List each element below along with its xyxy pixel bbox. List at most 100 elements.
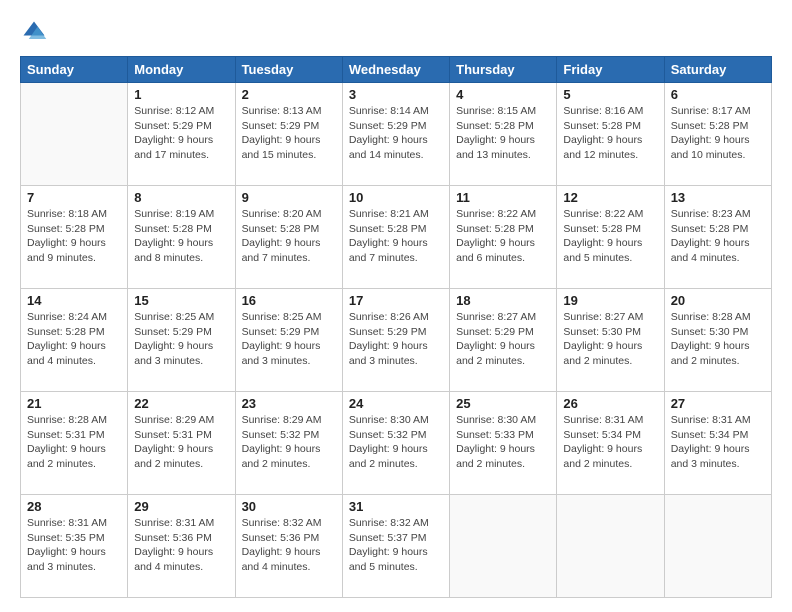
day-number: 5 <box>563 87 657 102</box>
logo <box>20 18 52 46</box>
day-info: Sunrise: 8:30 AM Sunset: 5:32 PM Dayligh… <box>349 413 443 472</box>
calendar-cell: 22 Sunrise: 8:29 AM Sunset: 5:31 PM Dayli… <box>128 392 235 495</box>
day-info: Sunrise: 8:31 AM Sunset: 5:34 PM Dayligh… <box>671 413 765 472</box>
day-info: Sunrise: 8:29 AM Sunset: 5:31 PM Dayligh… <box>134 413 228 472</box>
calendar-cell: 2 Sunrise: 8:13 AM Sunset: 5:29 PM Daylig… <box>235 83 342 186</box>
day-number: 10 <box>349 190 443 205</box>
calendar-cell: 18 Sunrise: 8:27 AM Sunset: 5:29 PM Dayli… <box>450 289 557 392</box>
day-info: Sunrise: 8:28 AM Sunset: 5:30 PM Dayligh… <box>671 310 765 369</box>
calendar-cell: 14Sunrise: 8:24 AM Sunset: 5:28 PM Dayli… <box>21 289 128 392</box>
calendar-cell: 3 Sunrise: 8:14 AM Sunset: 5:29 PM Daylig… <box>342 83 449 186</box>
day-info: Sunrise: 8:23 AM Sunset: 5:28 PM Dayligh… <box>671 207 765 266</box>
calendar-cell <box>557 495 664 598</box>
calendar-cell: 24 Sunrise: 8:30 AM Sunset: 5:32 PM Dayli… <box>342 392 449 495</box>
calendar-cell <box>664 495 771 598</box>
calendar-cell: 11Sunrise: 8:22 AM Sunset: 5:28 PM Dayli… <box>450 186 557 289</box>
col-header-thursday: Thursday <box>450 57 557 83</box>
calendar-cell <box>450 495 557 598</box>
day-number: 26 <box>563 396 657 411</box>
calendar-cell: 4Sunrise: 8:15 AM Sunset: 5:28 PM Daylig… <box>450 83 557 186</box>
calendar-week-0: 1 Sunrise: 8:12 AM Sunset: 5:29 PM Daylig… <box>21 83 772 186</box>
calendar-cell <box>21 83 128 186</box>
logo-icon <box>20 18 48 46</box>
calendar-cell: 21Sunrise: 8:28 AM Sunset: 5:31 PM Dayli… <box>21 392 128 495</box>
calendar-cell: 27 Sunrise: 8:31 AM Sunset: 5:34 PM Dayli… <box>664 392 771 495</box>
day-number: 19 <box>563 293 657 308</box>
day-number: 7 <box>27 190 121 205</box>
day-number: 20 <box>671 293 765 308</box>
calendar-cell: 17 Sunrise: 8:26 AM Sunset: 5:29 PM Dayli… <box>342 289 449 392</box>
day-number: 1 <box>134 87 228 102</box>
calendar-table: SundayMondayTuesdayWednesdayThursdayFrid… <box>20 56 772 598</box>
calendar-cell: 30 Sunrise: 8:32 AM Sunset: 5:36 PM Dayli… <box>235 495 342 598</box>
day-info: Sunrise: 8:25 AM Sunset: 5:29 PM Dayligh… <box>134 310 228 369</box>
day-number: 18 <box>456 293 550 308</box>
day-info: Sunrise: 8:19 AM Sunset: 5:28 PM Dayligh… <box>134 207 228 266</box>
calendar-cell: 15Sunrise: 8:25 AM Sunset: 5:29 PM Dayli… <box>128 289 235 392</box>
calendar-cell: 25 Sunrise: 8:30 AM Sunset: 5:33 PM Dayli… <box>450 392 557 495</box>
day-number: 30 <box>242 499 336 514</box>
calendar-week-1: 7 Sunrise: 8:18 AM Sunset: 5:28 PM Daylig… <box>21 186 772 289</box>
calendar-cell: 29 Sunrise: 8:31 AM Sunset: 5:36 PM Dayli… <box>128 495 235 598</box>
calendar-cell: 28Sunrise: 8:31 AM Sunset: 5:35 PM Dayli… <box>21 495 128 598</box>
day-info: Sunrise: 8:17 AM Sunset: 5:28 PM Dayligh… <box>671 104 765 163</box>
day-number: 11 <box>456 190 550 205</box>
calendar-cell: 16 Sunrise: 8:25 AM Sunset: 5:29 PM Dayli… <box>235 289 342 392</box>
calendar-cell: 26 Sunrise: 8:31 AM Sunset: 5:34 PM Dayli… <box>557 392 664 495</box>
day-info: Sunrise: 8:20 AM Sunset: 5:28 PM Dayligh… <box>242 207 336 266</box>
calendar-cell: 13Sunrise: 8:23 AM Sunset: 5:28 PM Dayli… <box>664 186 771 289</box>
calendar-cell: 5 Sunrise: 8:16 AM Sunset: 5:28 PM Daylig… <box>557 83 664 186</box>
calendar-week-3: 21Sunrise: 8:28 AM Sunset: 5:31 PM Dayli… <box>21 392 772 495</box>
day-info: Sunrise: 8:24 AM Sunset: 5:28 PM Dayligh… <box>27 310 121 369</box>
day-number: 24 <box>349 396 443 411</box>
day-number: 4 <box>456 87 550 102</box>
calendar-week-4: 28Sunrise: 8:31 AM Sunset: 5:35 PM Dayli… <box>21 495 772 598</box>
day-info: Sunrise: 8:32 AM Sunset: 5:37 PM Dayligh… <box>349 516 443 575</box>
day-number: 21 <box>27 396 121 411</box>
day-number: 16 <box>242 293 336 308</box>
day-number: 25 <box>456 396 550 411</box>
day-info: Sunrise: 8:30 AM Sunset: 5:33 PM Dayligh… <box>456 413 550 472</box>
day-info: Sunrise: 8:16 AM Sunset: 5:28 PM Dayligh… <box>563 104 657 163</box>
calendar-cell: 7 Sunrise: 8:18 AM Sunset: 5:28 PM Daylig… <box>21 186 128 289</box>
day-number: 12 <box>563 190 657 205</box>
col-header-wednesday: Wednesday <box>342 57 449 83</box>
day-number: 6 <box>671 87 765 102</box>
page: SundayMondayTuesdayWednesdayThursdayFrid… <box>0 0 792 612</box>
day-info: Sunrise: 8:31 AM Sunset: 5:35 PM Dayligh… <box>27 516 121 575</box>
calendar-cell: 8 Sunrise: 8:19 AM Sunset: 5:28 PM Daylig… <box>128 186 235 289</box>
col-header-saturday: Saturday <box>664 57 771 83</box>
col-header-sunday: Sunday <box>21 57 128 83</box>
day-info: Sunrise: 8:31 AM Sunset: 5:36 PM Dayligh… <box>134 516 228 575</box>
col-header-friday: Friday <box>557 57 664 83</box>
day-number: 29 <box>134 499 228 514</box>
calendar-cell: 12 Sunrise: 8:22 AM Sunset: 5:28 PM Dayli… <box>557 186 664 289</box>
day-info: Sunrise: 8:31 AM Sunset: 5:34 PM Dayligh… <box>563 413 657 472</box>
day-info: Sunrise: 8:18 AM Sunset: 5:28 PM Dayligh… <box>27 207 121 266</box>
day-number: 17 <box>349 293 443 308</box>
calendar-cell: 20 Sunrise: 8:28 AM Sunset: 5:30 PM Dayli… <box>664 289 771 392</box>
calendar-cell: 1 Sunrise: 8:12 AM Sunset: 5:29 PM Daylig… <box>128 83 235 186</box>
calendar-cell: 19 Sunrise: 8:27 AM Sunset: 5:30 PM Dayli… <box>557 289 664 392</box>
day-info: Sunrise: 8:22 AM Sunset: 5:28 PM Dayligh… <box>563 207 657 266</box>
day-number: 22 <box>134 396 228 411</box>
day-number: 23 <box>242 396 336 411</box>
header <box>20 18 772 46</box>
calendar-cell: 31Sunrise: 8:32 AM Sunset: 5:37 PM Dayli… <box>342 495 449 598</box>
day-info: Sunrise: 8:32 AM Sunset: 5:36 PM Dayligh… <box>242 516 336 575</box>
day-info: Sunrise: 8:14 AM Sunset: 5:29 PM Dayligh… <box>349 104 443 163</box>
day-info: Sunrise: 8:21 AM Sunset: 5:28 PM Dayligh… <box>349 207 443 266</box>
col-header-monday: Monday <box>128 57 235 83</box>
day-number: 3 <box>349 87 443 102</box>
day-info: Sunrise: 8:27 AM Sunset: 5:29 PM Dayligh… <box>456 310 550 369</box>
day-info: Sunrise: 8:26 AM Sunset: 5:29 PM Dayligh… <box>349 310 443 369</box>
calendar-cell: 6 Sunrise: 8:17 AM Sunset: 5:28 PM Daylig… <box>664 83 771 186</box>
day-info: Sunrise: 8:27 AM Sunset: 5:30 PM Dayligh… <box>563 310 657 369</box>
day-number: 8 <box>134 190 228 205</box>
day-number: 2 <box>242 87 336 102</box>
day-number: 27 <box>671 396 765 411</box>
calendar-week-2: 14Sunrise: 8:24 AM Sunset: 5:28 PM Dayli… <box>21 289 772 392</box>
day-info: Sunrise: 8:13 AM Sunset: 5:29 PM Dayligh… <box>242 104 336 163</box>
day-info: Sunrise: 8:12 AM Sunset: 5:29 PM Dayligh… <box>134 104 228 163</box>
day-info: Sunrise: 8:25 AM Sunset: 5:29 PM Dayligh… <box>242 310 336 369</box>
